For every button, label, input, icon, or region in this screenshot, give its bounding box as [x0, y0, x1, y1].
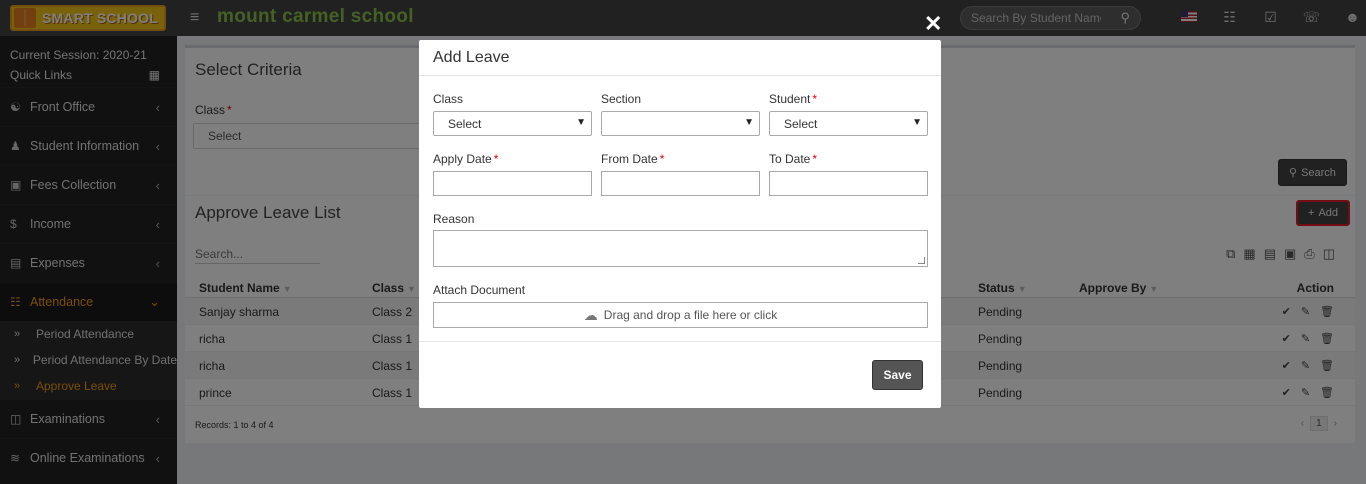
- class-label: Class: [433, 92, 464, 106]
- to-date-input[interactable]: [769, 171, 928, 196]
- chevron-down-icon: ▼: [912, 117, 922, 128]
- dropzone-text: Drag and drop a file here or click: [603, 308, 778, 322]
- attach-document-label: Attach Document: [433, 283, 526, 297]
- required-mark: *: [493, 152, 499, 166]
- class-select[interactable]: Select ▼: [433, 111, 592, 136]
- cloud-upload-icon: ☁: [583, 306, 598, 323]
- from-date-label-wrap: From Date *: [601, 152, 664, 166]
- chevron-down-icon: ▼: [744, 117, 754, 128]
- required-mark: *: [812, 92, 818, 106]
- required-mark: *: [812, 152, 818, 166]
- apply-date-label-wrap: Apply Date *: [433, 152, 498, 166]
- student-select[interactable]: Select ▼: [769, 111, 928, 136]
- add-leave-modal: Add Leave Class Select ▼ Section ▼ Stude…: [419, 40, 941, 408]
- student-label: Student: [769, 92, 811, 106]
- required-mark: *: [659, 152, 665, 166]
- from-date-label: From Date: [601, 152, 658, 166]
- section-label: Section: [601, 92, 642, 106]
- chevron-down-icon: ▼: [576, 117, 586, 128]
- section-select[interactable]: ▼: [601, 111, 760, 136]
- close-icon[interactable]: ✕: [924, 13, 942, 35]
- from-date-input[interactable]: [601, 171, 760, 196]
- apply-date-input[interactable]: [433, 171, 592, 196]
- reason-textarea[interactable]: [433, 230, 928, 267]
- save-button[interactable]: Save: [872, 360, 923, 390]
- student-select-value: Select: [784, 116, 818, 131]
- to-date-label: To Date: [769, 152, 811, 166]
- reason-label: Reason: [433, 212, 475, 226]
- student-label-wrap: Student *: [769, 92, 817, 106]
- modal-title: Add Leave: [419, 40, 941, 76]
- to-date-label-wrap: To Date *: [769, 152, 817, 166]
- class-select-value: Select: [448, 116, 482, 131]
- file-dropzone[interactable]: ☁ Drag and drop a file here or click: [433, 302, 928, 328]
- modal-footer-divider: [419, 341, 941, 342]
- apply-date-label: Apply Date: [433, 152, 492, 166]
